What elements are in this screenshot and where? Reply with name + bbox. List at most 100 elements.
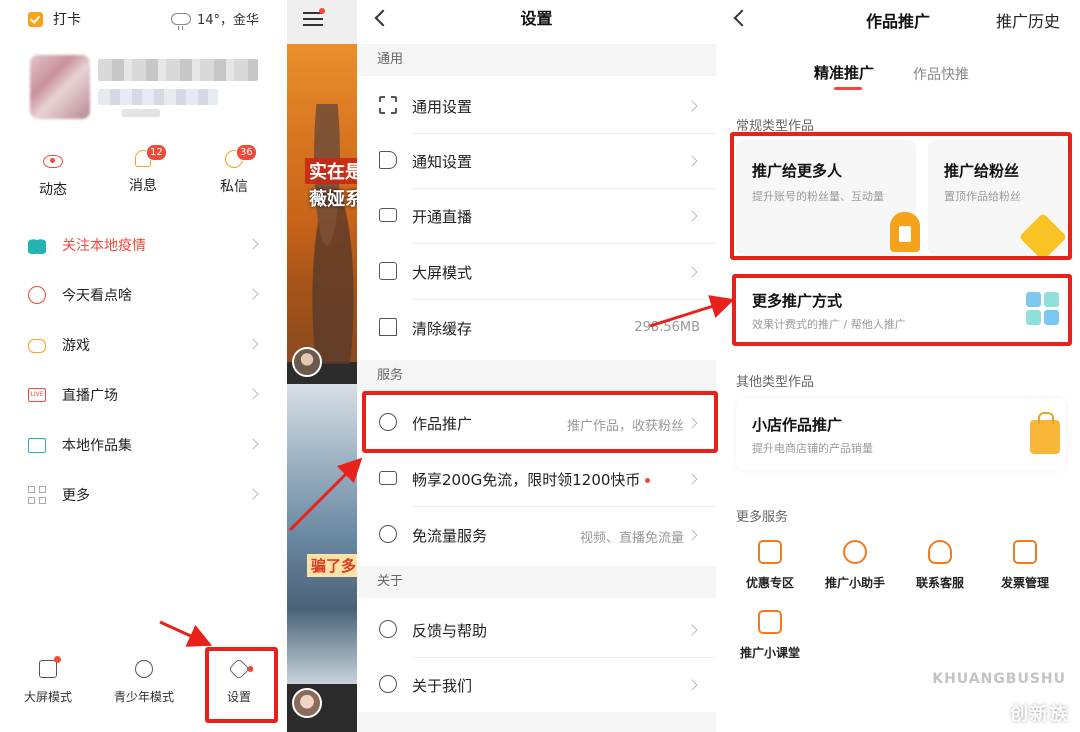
settings-row-clear-cache[interactable]: 清除缓存 298.56MB: [357, 300, 716, 356]
chevron-right-icon: [686, 100, 698, 112]
side-drawer: 打卡 14°，金华 动态 12 消息 36 私信 关注本地疫情 今天看点啥 游戏…: [0, 0, 287, 732]
highlight-box-work-promotion: [362, 391, 718, 453]
tab-precise-promotion[interactable]: 精准推广: [814, 62, 874, 90]
settings-row-notifications[interactable]: 通知设置: [357, 133, 716, 189]
folder-icon: [28, 437, 46, 453]
feed-top-bar: [287, 0, 357, 44]
chevron-right-icon: [247, 238, 259, 250]
chevron-right-icon: [686, 473, 698, 485]
user-profile-blurred[interactable]: [30, 55, 260, 121]
settings-row-general[interactable]: 通用设置: [357, 78, 716, 134]
classroom-icon: [758, 610, 782, 634]
invoice-icon: [1013, 540, 1037, 564]
settings-row-label: 大屏模式: [412, 264, 473, 282]
grid-icon: [379, 96, 397, 114]
highlight-box-regular-cards: [730, 132, 1072, 260]
chevron-right-icon: [686, 266, 698, 278]
shopping-bag-icon: [1030, 412, 1060, 454]
menu-item-live-square[interactable]: LIVE 直播广场: [0, 370, 287, 420]
settings-header: 设置: [357, 0, 716, 44]
menu-item-discover[interactable]: 今天看点啥: [0, 270, 287, 320]
live-icon: LIVE: [28, 388, 46, 402]
card-icon: [379, 471, 397, 485]
avatar[interactable]: [292, 688, 322, 718]
section-header-general: 通用: [357, 44, 716, 76]
settings-row-label: 通用设置: [412, 98, 473, 116]
service-label: 优惠专区: [745, 576, 794, 590]
info-icon: [379, 675, 397, 693]
play-square-icon: [379, 262, 397, 280]
settings-row-free-data-promo[interactable]: 畅享200G免流，限时领1200快币: [357, 451, 716, 507]
chevron-right-icon: [686, 155, 698, 167]
assistant-icon: [843, 540, 867, 564]
card-desc: 提升电商店铺的产品销量: [752, 442, 873, 455]
settings-row-label: 开通直播: [412, 208, 473, 226]
checkin-button[interactable]: 打卡: [28, 9, 81, 29]
back-arrow-icon[interactable]: [374, 9, 392, 27]
quick-item-feed[interactable]: 动态: [23, 150, 83, 199]
chevron-right-icon: [247, 438, 259, 450]
eye-icon: [43, 155, 63, 168]
quick-item-messages[interactable]: 12 消息: [113, 144, 173, 195]
bottom-spacer: [357, 712, 716, 732]
promotion-tabs: 精准推广 作品快推: [716, 62, 1080, 94]
settings-row-about-us[interactable]: 关于我们: [357, 657, 716, 713]
menu-item-label: 游戏: [62, 338, 90, 354]
menu-item-more[interactable]: 更多: [0, 470, 287, 520]
speaker-icon: [379, 151, 397, 169]
highlight-box-settings: [205, 647, 278, 723]
unread-badge: 36: [236, 144, 257, 161]
service-label: 联系客服: [915, 576, 964, 590]
card-shop-promotion[interactable]: 小店作品推广 提升电商店铺的产品销量: [736, 398, 1066, 470]
section-header-about: 关于: [357, 566, 716, 598]
avatar[interactable]: [30, 55, 90, 119]
menu-item-local-works[interactable]: 本地作品集: [0, 420, 287, 470]
video-caption: 实在是: [305, 158, 357, 184]
watermark-logo-text: 创新族: [1010, 704, 1070, 725]
new-dot: [645, 478, 651, 483]
lung-icon: [28, 236, 46, 254]
menu-item-label: 直播广场: [62, 388, 118, 404]
quick-actions: 动态 12 消息 36 私信: [0, 144, 287, 200]
promotion-header: 作品推广 推广历史: [716, 0, 1080, 44]
settings-row-free-traffic[interactable]: 免流量服务 视频、直播免流量: [357, 507, 716, 563]
promotion-history-link[interactable]: 推广历史: [996, 8, 1060, 32]
bottom-item-label: 大屏模式: [23, 690, 72, 704]
avatar[interactable]: [292, 347, 322, 377]
chevron-right-icon: [247, 288, 259, 300]
menu-item-label: 更多: [62, 488, 90, 504]
service-invoice[interactable]: 发票管理: [990, 540, 1060, 591]
settings-row-label: 通知设置: [412, 153, 473, 171]
video-feed-strip: 实在是 薇娅系 骗了多: [287, 0, 357, 732]
service-coupons[interactable]: 优惠专区: [735, 540, 805, 591]
quick-item-label: 消息: [129, 178, 157, 194]
group-title-other: 其他类型作品: [736, 375, 815, 390]
service-assistant[interactable]: 推广小助手: [820, 540, 890, 591]
weather-widget[interactable]: 14°，金华: [170, 9, 259, 30]
card-title: 小店作品推广: [752, 416, 843, 434]
menu-item-games[interactable]: 游戏: [0, 320, 287, 370]
highlight-box-more-ways: [732, 274, 1072, 346]
unread-badge: 12: [146, 144, 167, 161]
quick-item-direct-messages[interactable]: 36 私信: [204, 144, 264, 196]
chevron-right-icon: [686, 210, 698, 222]
settings-row-big-screen[interactable]: 大屏模式: [357, 244, 716, 300]
chevron-right-icon: [247, 338, 259, 350]
user-id-redacted: [122, 109, 160, 117]
checkin-icon: [28, 11, 43, 27]
big-screen-mode-button[interactable]: 大屏模式: [8, 656, 88, 705]
settings-row-subtext: 视频、直播免流量: [579, 531, 684, 546]
teen-mode-button[interactable]: 青少年模式: [104, 660, 184, 705]
gamepad-icon: [28, 339, 46, 353]
menu-item-local-epidemic[interactable]: 关注本地疫情: [0, 220, 287, 270]
service-classroom[interactable]: 推广小课堂: [735, 610, 805, 661]
watermark-text: KHUANGBUSHU: [932, 671, 1066, 687]
tab-quick-promotion[interactable]: 作品快推: [913, 64, 969, 84]
user-subtitle-redacted: [98, 89, 218, 105]
coupon-icon: [758, 540, 782, 564]
service-customer-support[interactable]: 联系客服: [905, 540, 975, 591]
menu-item-label: 本地作品集: [62, 438, 132, 454]
video-thumbnail[interactable]: [287, 384, 357, 684]
settings-row-feedback[interactable]: 反馈与帮助: [357, 602, 716, 658]
settings-row-go-live[interactable]: 开通直播: [357, 188, 716, 244]
